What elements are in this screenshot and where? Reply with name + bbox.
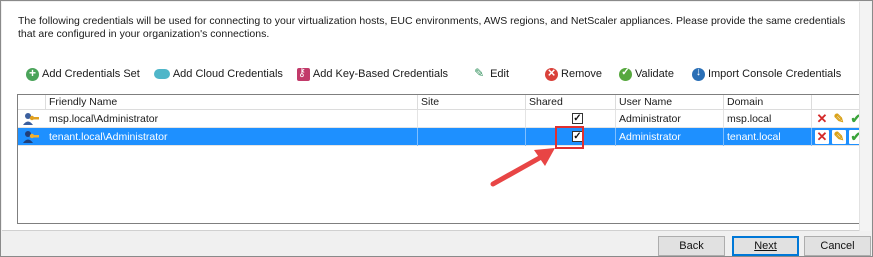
edit-button[interactable]: Edit	[474, 66, 510, 81]
remove-label: Remove	[561, 68, 602, 80]
user-key-icon	[23, 131, 39, 143]
credentials-toolbar: Add Credentials Set Add Cloud Credential…	[26, 65, 842, 82]
pencil-icon	[474, 66, 487, 81]
icon-column-header	[18, 95, 46, 110]
import-console-credentials-button[interactable]: Import Console Credentials	[691, 66, 842, 81]
actions-column-header	[812, 95, 866, 110]
user-key-icon	[23, 113, 39, 125]
credentials-panel: The following credentials will be used f…	[2, 2, 871, 231]
intro-text: The following credentials will be used f…	[18, 15, 846, 40]
column-header-shared[interactable]: Shared	[526, 95, 616, 110]
add-cloud-credentials-button[interactable]: Add Cloud Credentials	[153, 68, 283, 80]
import-icon	[691, 66, 705, 81]
edit-row-icon[interactable]: ✎	[832, 130, 846, 144]
grid-header: Friendly Name Site Shared User Name Doma…	[18, 95, 866, 110]
remove-button[interactable]: Remove	[545, 65, 602, 81]
add-key-based-credentials-label: Add Key-Based Credentials	[312, 68, 449, 80]
check-icon	[619, 67, 632, 81]
back-button[interactable]: Back	[658, 236, 725, 256]
friendly-name-cell: msp.local\Administrator	[46, 110, 418, 128]
add-cloud-credentials-label: Add Cloud Credentials	[172, 68, 283, 80]
add-credentials-set-button[interactable]: Add Credentials Set	[26, 66, 140, 81]
column-header-domain[interactable]: Domain	[724, 95, 812, 110]
next-button[interactable]: Next	[732, 236, 799, 256]
table-row-selected[interactable]: tenant.local\Administrator ✓ Administrat…	[18, 128, 866, 146]
edit-row-icon[interactable]: ✎	[832, 112, 846, 126]
annotation-arrow-icon	[490, 148, 555, 187]
friendly-name-cell: tenant.local\Administrator	[46, 128, 418, 146]
delete-row-icon[interactable]: ✕	[815, 130, 829, 144]
import-console-credentials-label: Import Console Credentials	[707, 68, 842, 80]
cancel-button[interactable]: Cancel	[804, 236, 871, 256]
key-icon	[296, 66, 310, 81]
site-cell	[418, 110, 526, 128]
delete-row-icon[interactable]: ✕	[815, 112, 829, 126]
user-name-cell: Administrator	[616, 110, 724, 128]
add-credentials-set-label: Add Credentials Set	[42, 68, 140, 80]
domain-cell: msp.local	[724, 110, 812, 128]
add-key-based-credentials-button[interactable]: Add Key-Based Credentials	[296, 66, 449, 81]
shared-checkbox[interactable]: ✓	[572, 113, 583, 124]
credentials-grid: Friendly Name Site Shared User Name Doma…	[17, 94, 867, 224]
table-row[interactable]: msp.local\Administrator ✓ Administrator …	[18, 110, 866, 128]
column-header-site[interactable]: Site	[418, 95, 526, 110]
dialog-window: The following credentials will be used f…	[0, 0, 873, 257]
edit-label: Edit	[490, 68, 510, 80]
vertical-scrollbar[interactable]	[859, 2, 871, 231]
remove-icon	[545, 65, 559, 81]
add-icon	[26, 66, 39, 81]
column-header-user-name[interactable]: User Name	[616, 95, 724, 110]
column-header-friendly-name[interactable]: Friendly Name	[46, 95, 418, 110]
next-button-label: Next	[754, 240, 777, 252]
validate-label: Validate	[635, 68, 674, 80]
validate-button[interactable]: Validate	[619, 67, 674, 81]
domain-cell: tenant.local	[724, 128, 812, 146]
user-name-cell: Administrator	[616, 128, 724, 146]
cloud-icon	[153, 69, 170, 79]
